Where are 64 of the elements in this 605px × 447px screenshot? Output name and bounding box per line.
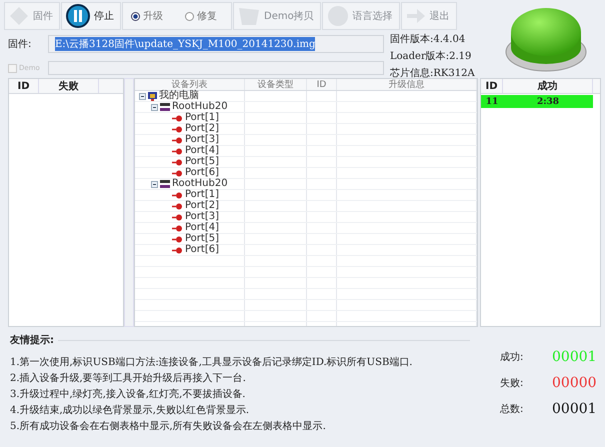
tree-item[interactable]: Port[1] bbox=[185, 113, 219, 123]
counter-value: 00001 bbox=[552, 349, 597, 365]
info-text: 芯片信息:RK312A bbox=[390, 66, 475, 80]
column-header: 设备类型 bbox=[245, 79, 307, 90]
info-text: 固件版本:4.4.04 bbox=[390, 32, 466, 46]
usb-plug-icon bbox=[172, 136, 183, 144]
tree-item[interactable]: Port[3] bbox=[185, 212, 219, 222]
radio-button[interactable]: 升级 bbox=[131, 9, 163, 23]
tree-item[interactable]: Port[6] bbox=[185, 245, 219, 255]
usb-plug-icon bbox=[172, 246, 183, 254]
column-header: 设备列表 bbox=[135, 79, 245, 90]
tip-text: 2.插入设备升级,要等到工具开始升级后再接入下一台. bbox=[10, 372, 247, 385]
column-header: 成功 bbox=[503, 79, 593, 93]
tip-text: 3.升级过程中,绿灯亮,接入设备,红灯亮,不要拔插设备. bbox=[10, 388, 246, 401]
table-cell: 2:38 bbox=[503, 95, 593, 108]
usb-plug-icon bbox=[172, 192, 183, 198]
tip-text: 4.升级结束,成功以绿色背景显示,失败以红色背景显示. bbox=[10, 404, 250, 417]
counter-value: 00001 bbox=[552, 401, 597, 417]
column-header: ID bbox=[481, 79, 503, 93]
computer-icon bbox=[148, 92, 157, 100]
counter-label: 成功: bbox=[500, 350, 524, 364]
firmware-label: 固件: bbox=[7, 38, 32, 51]
info-text: Loader版本:2.19 bbox=[390, 50, 472, 63]
column-header: 升级信息 bbox=[337, 79, 477, 90]
usb-plug-icon bbox=[172, 202, 183, 210]
tree-item[interactable]: Port[5] bbox=[185, 234, 219, 244]
tree-item[interactable]: RootHub20 bbox=[172, 179, 228, 189]
tips-title: 友情提示: bbox=[10, 334, 54, 347]
tree-item[interactable]: Port[4] bbox=[185, 223, 219, 233]
tree-item[interactable]: Port[1] bbox=[185, 190, 219, 200]
demo-path-field[interactable] bbox=[48, 61, 384, 75]
counter-label: 总数: bbox=[500, 402, 524, 416]
usb-plug-icon bbox=[172, 158, 183, 166]
tree-item[interactable]: Port[6] bbox=[185, 168, 219, 178]
tree-item[interactable]: Port[3] bbox=[185, 135, 219, 145]
usb-plug-icon bbox=[172, 126, 183, 132]
usb-hub-icon bbox=[160, 180, 170, 188]
tree-item[interactable]: Port[4] bbox=[185, 146, 219, 156]
collapse-toggle-icon[interactable] bbox=[151, 104, 158, 110]
usb-plug-icon bbox=[172, 236, 183, 242]
tip-text: 1.第一次使用,标识USB端口方法:连接设备,工具显示设备后记录绑定ID.标识所有USB端口. bbox=[10, 356, 414, 369]
usb-plug-icon bbox=[172, 114, 183, 122]
column-header: ID bbox=[307, 79, 337, 90]
toolbar-button[interactable]: 停止 bbox=[61, 2, 121, 30]
counter-value: 00000 bbox=[552, 375, 597, 391]
collapse-toggle-icon[interactable] bbox=[139, 92, 146, 100]
tree-item[interactable]: Port[5] bbox=[185, 157, 219, 167]
pause-icon bbox=[66, 4, 90, 28]
tree-item[interactable]: Port[2] bbox=[185, 201, 219, 211]
tree-item[interactable]: RootHub20 bbox=[172, 102, 228, 112]
usb-plug-icon bbox=[172, 224, 183, 232]
table-cell: 11 bbox=[481, 95, 503, 108]
usb-plug-icon bbox=[172, 214, 183, 220]
radio-button[interactable]: 修复 bbox=[185, 9, 217, 23]
collapse-toggle-icon[interactable] bbox=[151, 180, 158, 188]
usb-hub-icon bbox=[160, 103, 170, 111]
tree-item[interactable]: Port[2] bbox=[185, 124, 219, 134]
counter-label: 失败: bbox=[500, 376, 524, 390]
column-header: 失败 bbox=[39, 79, 99, 93]
usb-plug-icon bbox=[172, 148, 183, 154]
column-header: ID bbox=[9, 79, 39, 93]
tip-text: 5.所有成功设备会在右侧表格中显示,所有失败设备会在左侧表格中显示. bbox=[10, 420, 327, 433]
tree-item[interactable]: 我的电脑 bbox=[159, 91, 199, 101]
usb-plug-icon bbox=[172, 170, 183, 176]
